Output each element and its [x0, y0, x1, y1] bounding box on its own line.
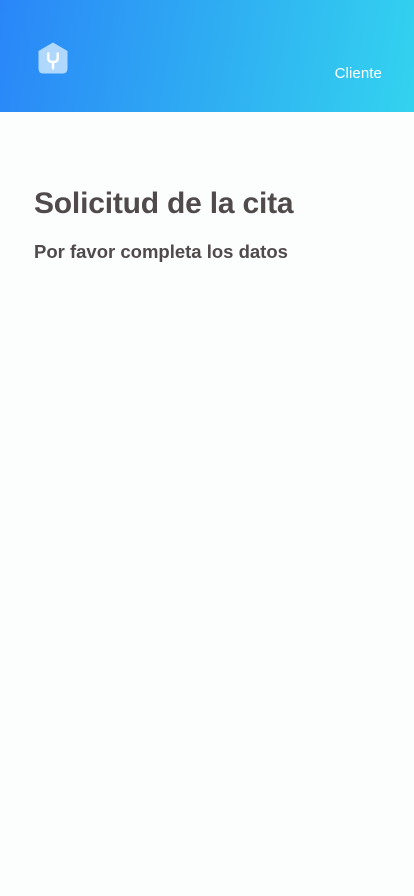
page-title: Solicitud de la cita — [34, 187, 294, 220]
main-content: Solicitud de la cita Por favor completa … — [34, 186, 384, 264]
page-subtitle: Por favor completa los datos — [34, 241, 288, 262]
wrench-house-icon[interactable] — [36, 41, 70, 75]
client-role-link[interactable]: Cliente — [335, 65, 382, 82]
app-header: Cliente — [0, 0, 414, 112]
